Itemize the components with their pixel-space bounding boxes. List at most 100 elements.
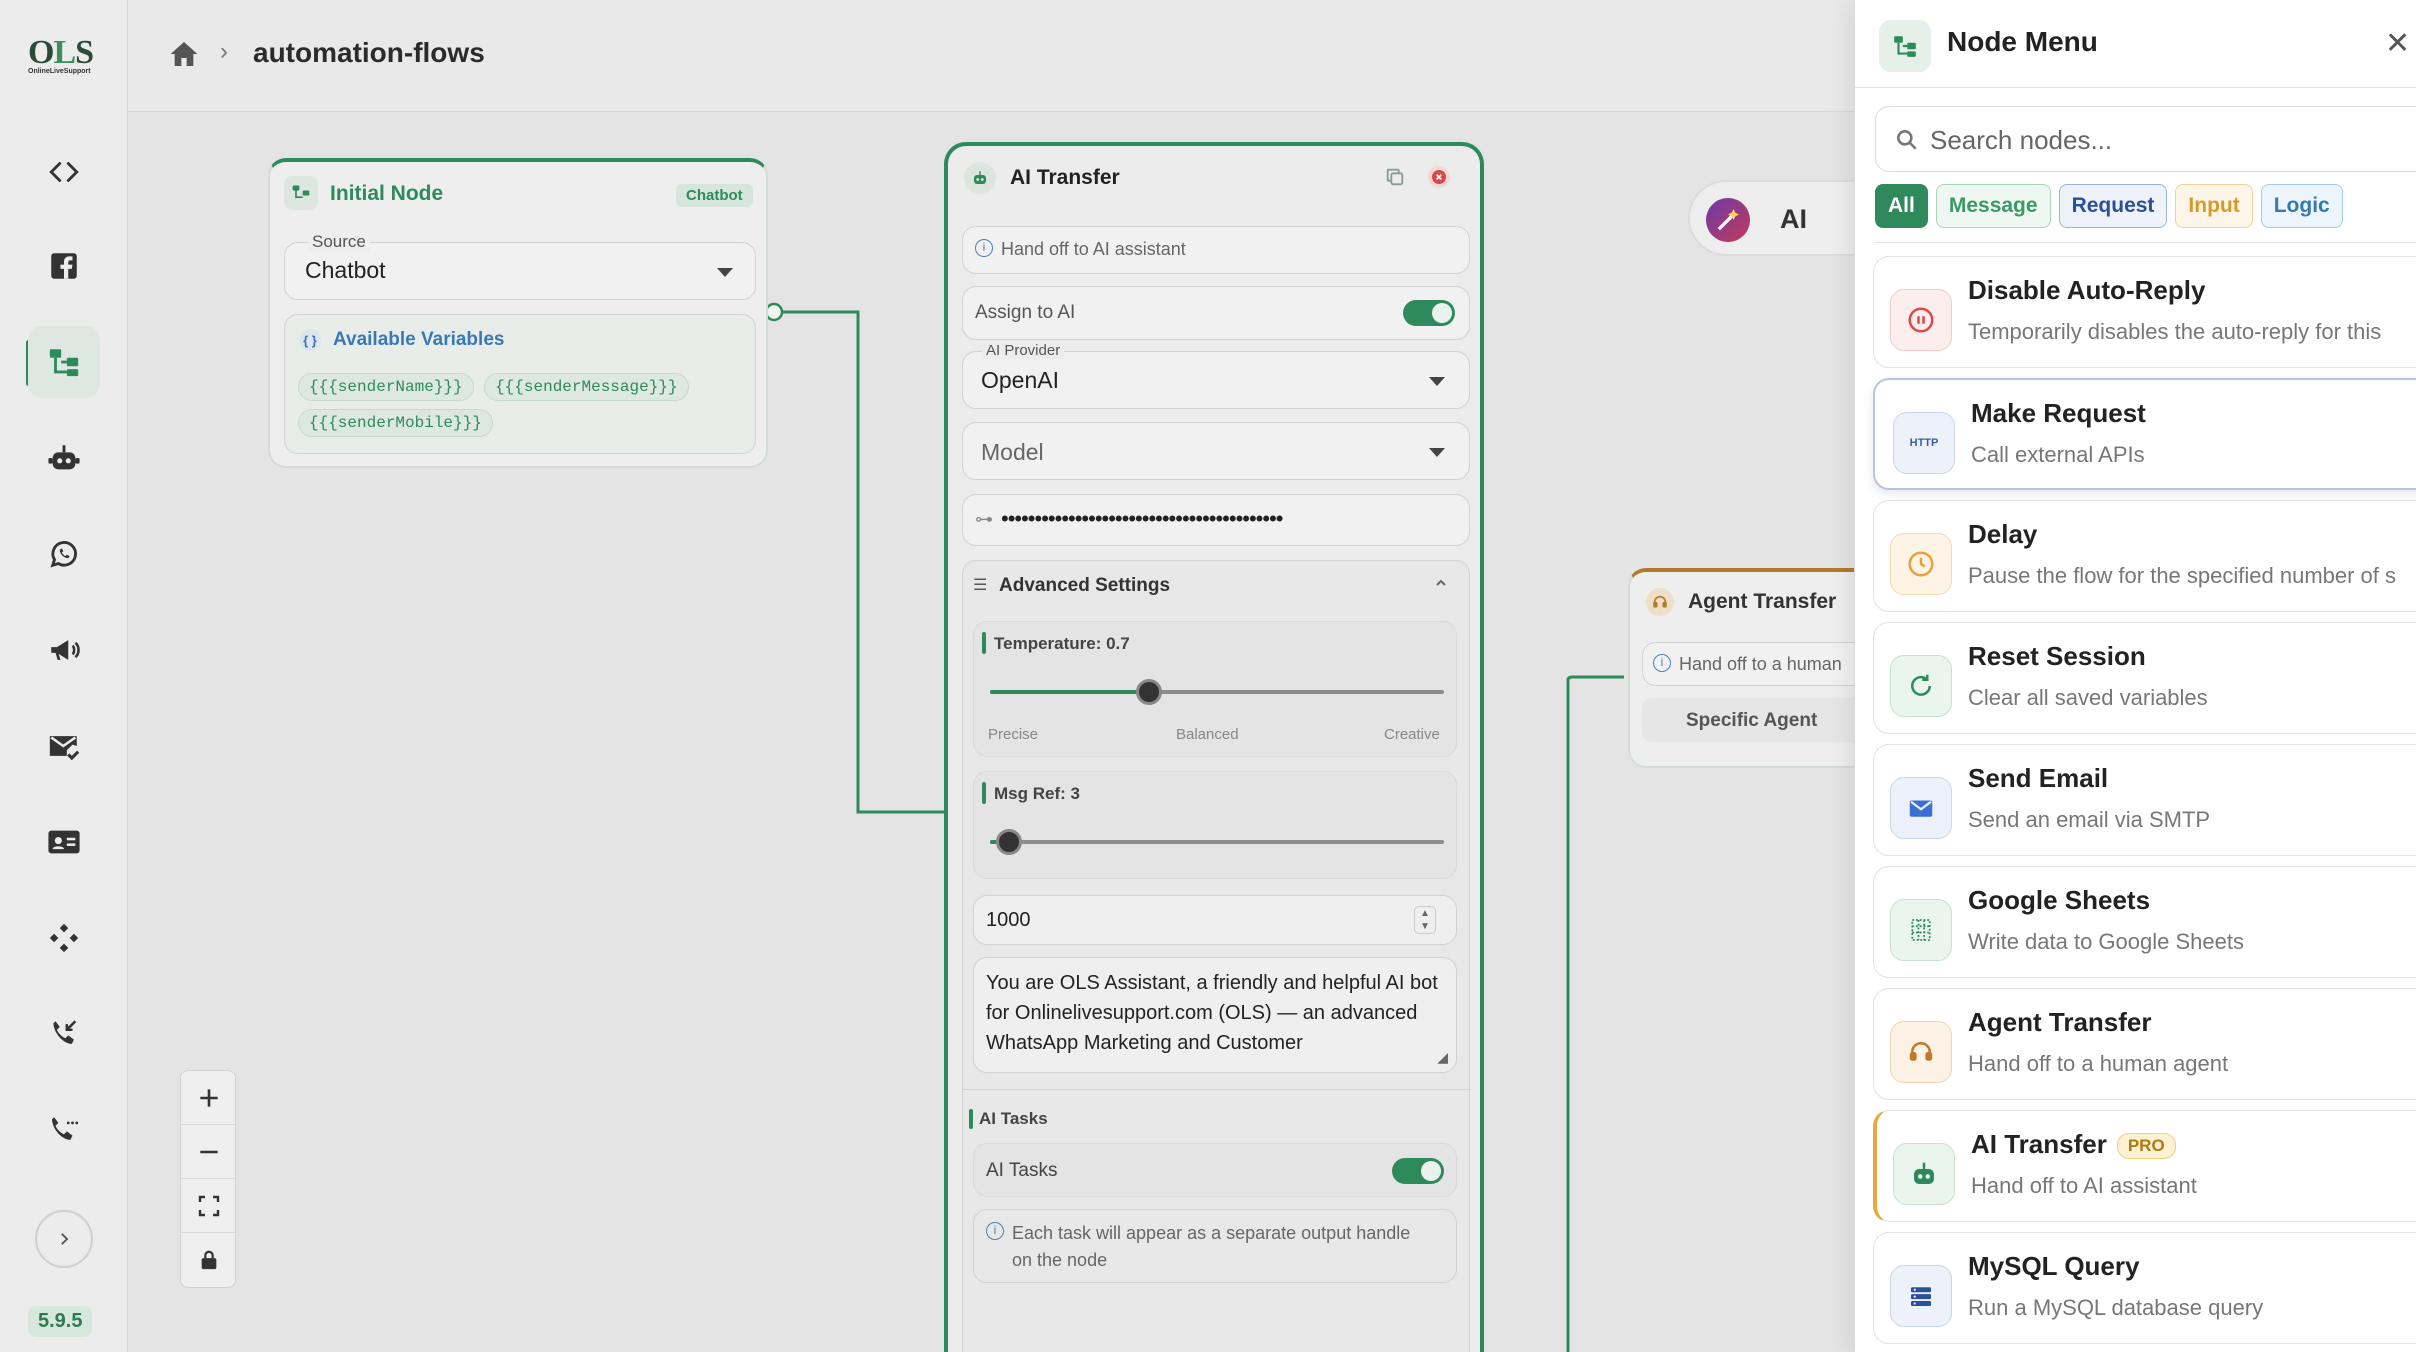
node-item-desc: Temporarily disables the auto-reply for … — [1968, 319, 2382, 344]
ai-tasks-toggle[interactable] — [1392, 1158, 1444, 1184]
node-item-desc: Write data to Google Sheets — [1968, 929, 2244, 954]
ai-hint-box: i Hand off to AI assistant — [962, 226, 1470, 274]
node-item-agent-transfer[interactable]: Agent Transfer Hand off to a human agent — [1873, 988, 2416, 1100]
contact-card-icon[interactable] — [28, 806, 100, 878]
node-item-make-request[interactable]: HTTP Make Request Call external APIs — [1873, 378, 2416, 490]
integrations-icon[interactable] — [28, 902, 100, 974]
source-label: Source — [308, 232, 370, 252]
filter-message[interactable]: Message — [1935, 184, 2051, 228]
braces-icon: { } — [299, 329, 321, 351]
copy-icon[interactable] — [1384, 166, 1406, 188]
system-prompt-text: You are OLS Assistant, a friendly and he… — [986, 972, 1438, 1054]
http-icon: HTTP — [1893, 412, 1955, 474]
call-log-icon[interactable] — [28, 1094, 100, 1166]
incoming-call-icon[interactable] — [28, 998, 100, 1070]
chevron-up-icon[interactable] — [1433, 575, 1449, 591]
node-item-google-sheets[interactable]: Google Sheets Write data to Google Sheet… — [1873, 866, 2416, 978]
fit-view-icon — [198, 1195, 220, 1216]
node-item-ai-transfer[interactable]: AI Transfer PRO Hand off to AI assistant — [1873, 1110, 2416, 1222]
filter-all[interactable]: All — [1875, 184, 1928, 228]
model-select[interactable]: Model — [962, 422, 1470, 480]
info-icon: i — [1653, 654, 1671, 672]
temp-caption-precise: Precise — [988, 726, 1039, 743]
close-icon — [1432, 170, 1446, 184]
search-input[interactable] — [1930, 121, 2410, 159]
advanced-settings-title: Advanced Settings — [999, 575, 1171, 596]
megaphone-icon[interactable] — [28, 614, 100, 686]
model-placeholder: Model — [981, 439, 1044, 465]
temp-caption-creative: Creative — [1384, 726, 1440, 743]
temperature-slider[interactable] — [990, 679, 1444, 705]
node-item-desc: Hand off to a human agent — [1968, 1051, 2229, 1076]
node-item-desc: Hand off to AI assistant — [1971, 1173, 2197, 1198]
code-icon[interactable] — [28, 136, 100, 208]
home-icon[interactable] — [168, 38, 200, 70]
ols-logo[interactable]: OLS OnlineLiveSupport — [28, 34, 102, 82]
temperature-thumb[interactable] — [1136, 679, 1162, 705]
ai-transfer-node[interactable]: AI Transfer i Hand off to AI assistant A… — [944, 142, 1484, 1352]
node-item-mysql-query[interactable]: MySQL Query Run a MySQL database query — [1873, 1232, 2416, 1344]
system-prompt-textarea[interactable]: You are OLS Assistant, a friendly and he… — [973, 957, 1457, 1073]
msgref-slider[interactable] — [990, 829, 1444, 855]
variable-chip[interactable]: {{{senderMessage}}} — [484, 373, 689, 401]
chevron-right-icon — [61, 1233, 69, 1245]
ai-tasks-row: AI Tasks — [973, 1143, 1457, 1197]
zoom-out-button[interactable] — [181, 1125, 237, 1179]
ai-provider-select[interactable]: OpenAI — [962, 351, 1470, 409]
section-marker — [982, 782, 986, 804]
node-item-desc: Send an email via SMTP — [1968, 807, 2211, 832]
zoom-in-button[interactable] — [181, 1071, 237, 1125]
lock-button[interactable] — [181, 1233, 237, 1287]
expand-sidebar-button[interactable] — [35, 1210, 93, 1268]
flow-canvas[interactable]: Initial Node Chatbot Source Chatbot { } … — [128, 112, 1942, 1352]
bot-icon — [1893, 1143, 1955, 1205]
msgref-thumb[interactable] — [996, 829, 1022, 855]
lock-icon — [201, 1250, 217, 1270]
node-item-title: Disable Auto-Reply — [1968, 275, 2206, 305]
chevron-down-icon — [717, 268, 733, 277]
variable-chip[interactable]: {{{senderMobile}}} — [298, 409, 493, 437]
stepper-icon[interactable]: ▲ ▼ — [1414, 906, 1436, 934]
node-item-delay[interactable]: Delay Pause the flow for the specified n… — [1873, 500, 2416, 612]
bot-icon[interactable] — [28, 422, 100, 494]
node-item-disable-auto-reply[interactable]: Disable Auto-Reply Temporarily disables … — [1873, 256, 2416, 368]
resize-handle-icon[interactable]: ◢ — [1437, 1049, 1448, 1066]
delete-node-button[interactable] — [1428, 166, 1450, 188]
node-item-title: MySQL Query — [1968, 1251, 2140, 1281]
node-item-title: Google Sheets — [1968, 885, 2151, 915]
database-icon — [1890, 1265, 1952, 1327]
assign-to-ai-toggle[interactable] — [1403, 300, 1455, 326]
variables-panel: { } Available Variables {{{senderName}}}… — [284, 314, 756, 454]
node-item-send-email[interactable]: Send Email Send an email via SMTP — [1873, 744, 2416, 856]
filter-request[interactable]: Request — [2058, 184, 2168, 228]
zoom-controls — [180, 1070, 237, 1288]
clock-icon — [1890, 533, 1952, 595]
magic-wand-icon — [1706, 198, 1750, 242]
node-item-title: Agent Transfer — [1968, 1007, 2152, 1037]
initial-node[interactable]: Initial Node Chatbot Source Chatbot { } … — [268, 158, 768, 468]
flow-icon[interactable] — [28, 326, 100, 398]
filter-logic[interactable]: Logic — [2260, 184, 2343, 228]
advanced-settings-panel: ☰ Advanced Settings Temperature: 0.7 Pre… — [962, 560, 1471, 1352]
variable-chip[interactable]: {{{senderName}}} — [298, 373, 474, 401]
facebook-icon[interactable] — [28, 230, 100, 302]
api-key-input[interactable]: ⊶ ••••••••••••••••••••••••••••••••••••••… — [962, 494, 1470, 546]
sliders-icon: ☰ — [973, 577, 988, 594]
max-tokens-input[interactable]: 1000 ▲ ▼ — [973, 895, 1457, 945]
mail-check-icon[interactable] — [28, 710, 100, 782]
flow-icon — [284, 176, 318, 210]
version-badge: 5.9.5 — [28, 1306, 93, 1337]
flow-icon — [1879, 20, 1931, 72]
ai-tasks-section-title: AI Tasks — [979, 1109, 1048, 1128]
msgref-box: Msg Ref: 3 — [973, 771, 1457, 879]
whatsapp-icon[interactable] — [28, 518, 100, 590]
max-tokens-value: 1000 — [986, 909, 1031, 931]
section-marker — [982, 632, 986, 654]
top-header: › automation-flows — [128, 0, 1858, 112]
filter-input[interactable]: Input — [2175, 184, 2253, 228]
pro-badge: PRO — [2116, 1133, 2176, 1160]
node-item-title: Send Email — [1968, 763, 2109, 793]
fit-view-button[interactable] — [181, 1179, 237, 1233]
close-icon[interactable]: ✕ — [2385, 26, 2410, 61]
node-item-reset-session[interactable]: Reset Session Clear all saved variables — [1873, 622, 2416, 734]
